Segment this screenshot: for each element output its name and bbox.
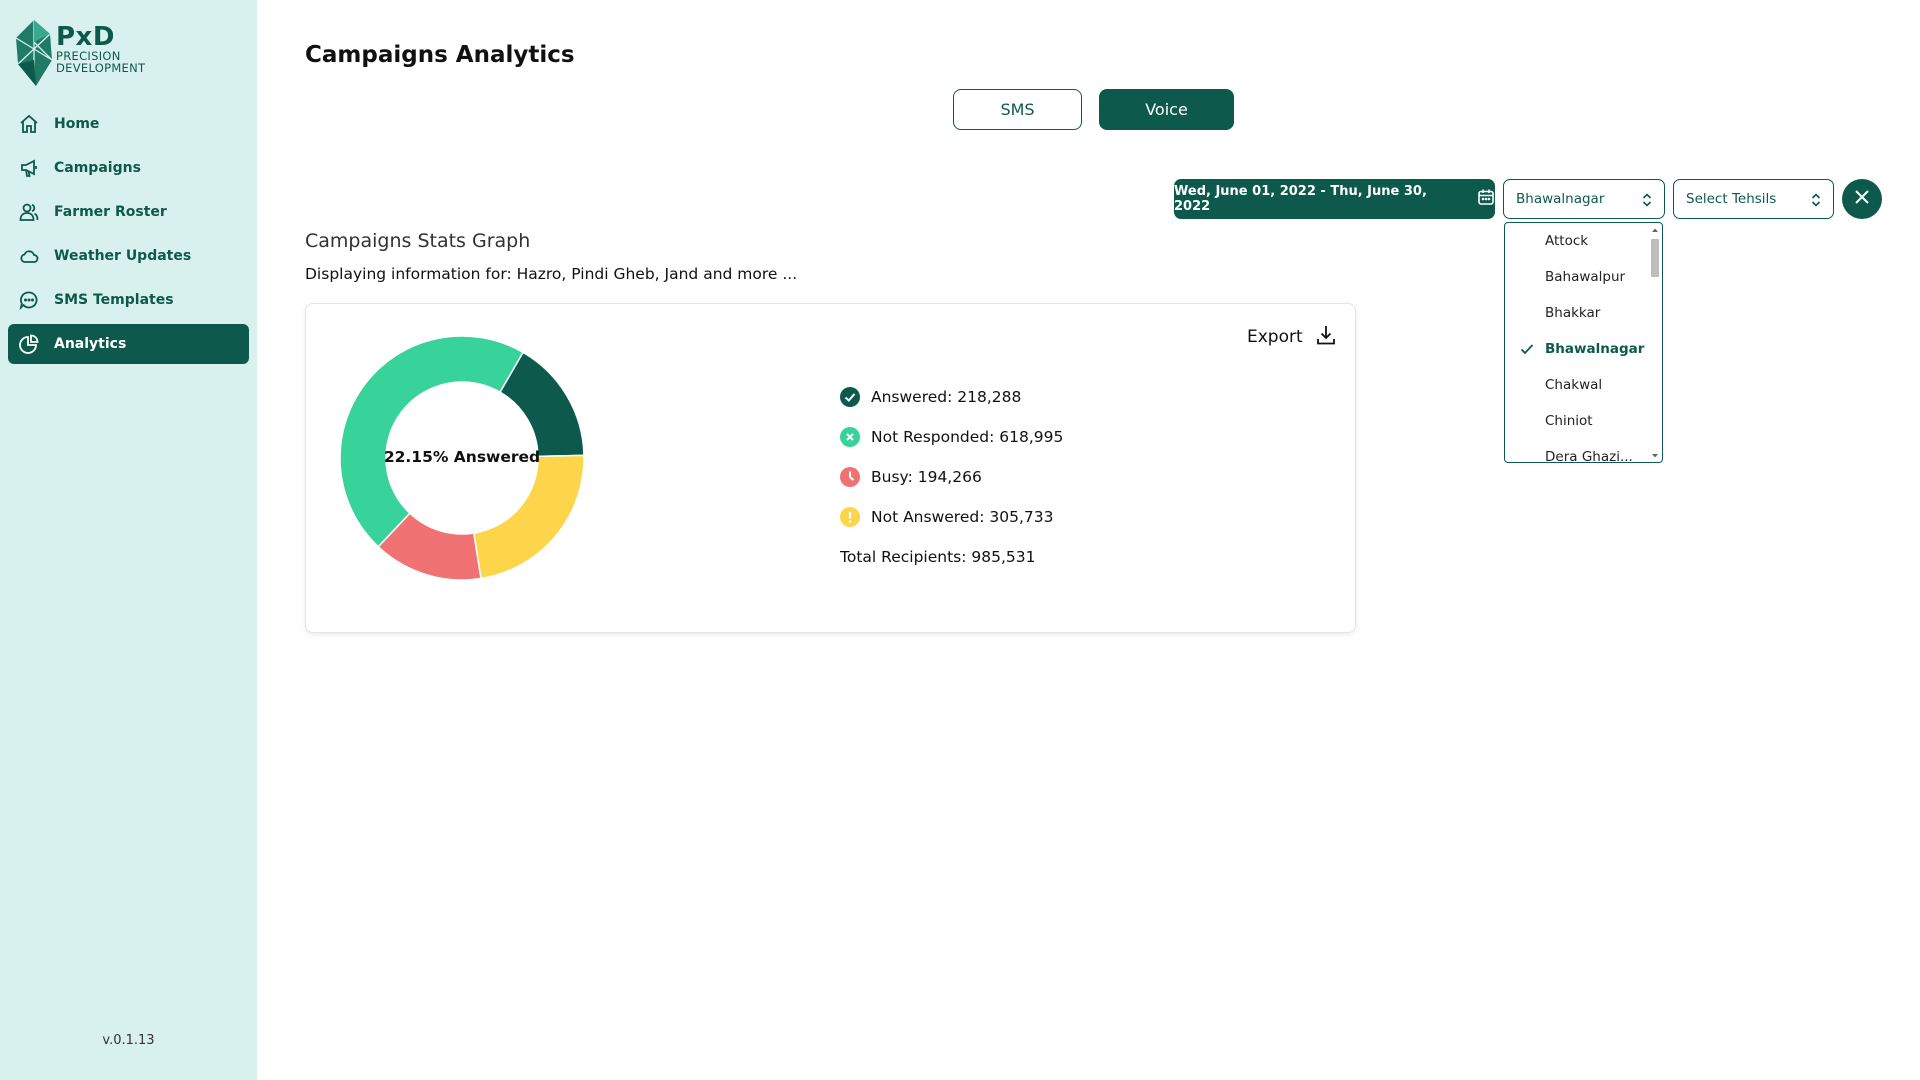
legend-label: Answered: 218,288 — [871, 388, 1022, 406]
page-title: Campaigns Analytics — [305, 42, 575, 68]
date-range-picker[interactable]: Wed, June 01, 2022 - Thu, June 30, 2022 — [1174, 179, 1495, 219]
sidebar-item-label: Analytics — [54, 336, 127, 352]
tehsil-placeholder: Select Tehsils — [1686, 191, 1777, 207]
legend-answered: Answered: 218,288 — [840, 377, 1063, 417]
check-circle-icon — [840, 387, 860, 407]
leaf-logo-icon — [15, 20, 53, 86]
chevron-up-down-icon — [1640, 191, 1654, 213]
district-option-chiniot[interactable]: Chiniot — [1505, 403, 1662, 439]
district-option-bahawalpur[interactable]: Bahawalpur — [1505, 259, 1662, 295]
sidebar-item-weather-updates[interactable]: Weather Updates — [8, 236, 249, 276]
sidebar-item-campaigns[interactable]: Campaigns — [8, 148, 249, 188]
total-recipients: Total Recipients: 985,531 — [840, 548, 1036, 566]
export-button[interactable]: Export — [1247, 322, 1337, 352]
legend-not-answered: Not Answered: 305,733 — [840, 497, 1063, 537]
pxd-logo[interactable]: PxD PRECISION DEVELOPMENT — [14, 18, 214, 88]
brand-line2: DEVELOPMENT — [56, 61, 146, 75]
sidebar-item-sms-templates[interactable]: SMS Templates — [8, 280, 249, 320]
district-dropdown-list[interactable]: Attock Bahawalpur Bhakkar Bhawalnagar Ch… — [1504, 222, 1663, 463]
megaphone-icon — [18, 157, 40, 179]
cloud-icon — [18, 245, 40, 267]
district-option-attock[interactable]: Attock — [1505, 223, 1662, 259]
export-label: Export — [1247, 327, 1303, 347]
sidebar-item-label: Farmer Roster — [54, 204, 167, 220]
chevron-up-down-icon — [1809, 191, 1823, 213]
donut-slice-not-answered[interactable] — [472, 454, 584, 580]
download-icon — [1315, 324, 1337, 351]
legend-busy: Busy: 194,266 — [840, 457, 1063, 497]
tab-sms[interactable]: SMS — [953, 89, 1082, 130]
sidebar-item-farmer-roster[interactable]: Farmer Roster — [8, 192, 249, 232]
pie-chart-icon — [18, 333, 40, 355]
check-icon — [1519, 341, 1535, 361]
donut-slice-not-responded[interactable] — [340, 336, 525, 548]
legend-not-responded: Not Responded: 618,995 — [840, 417, 1063, 457]
exclamation-circle-icon — [840, 507, 860, 527]
donut-center-label: 22.15% Answered — [383, 448, 541, 466]
users-icon — [18, 201, 40, 223]
dropdown-scrollbar[interactable] — [1649, 225, 1661, 461]
legend-label: Not Responded: 618,995 — [871, 428, 1064, 446]
sidebar-item-label: Home — [54, 116, 100, 132]
scrollbar-thumb[interactable] — [1651, 239, 1659, 277]
sidebar-nav: Home Campaigns Farmer Roster Weather Upd… — [8, 104, 249, 368]
district-selected-value: Bhawalnagar — [1516, 191, 1605, 207]
sidebar-item-label: SMS Templates — [54, 292, 174, 308]
x-circle-icon — [840, 427, 860, 447]
clear-filters-button[interactable] — [1842, 179, 1882, 219]
sidebar: PxD PRECISION DEVELOPMENT Home Campaigns… — [0, 0, 257, 1080]
clock-icon — [840, 467, 860, 487]
district-option-label: Bhawalnagar — [1545, 341, 1645, 357]
sidebar-item-home[interactable]: Home — [8, 104, 249, 144]
legend-label: Busy: 194,266 — [871, 468, 982, 486]
sidebar-item-label: Weather Updates — [54, 248, 192, 264]
sidebar-item-analytics[interactable]: Analytics — [8, 324, 249, 364]
tehsil-select[interactable]: Select Tehsils — [1673, 179, 1834, 219]
close-icon — [1853, 188, 1871, 210]
brand-name: PxD — [56, 22, 115, 52]
calendar-icon — [1477, 188, 1495, 210]
district-option-dera-ghazi[interactable]: Dera Ghazi... — [1505, 439, 1662, 462]
sidebar-item-label: Campaigns — [54, 160, 141, 176]
chart-legend: Answered: 218,288 Not Responded: 618,995… — [840, 377, 1063, 577]
section-subtitle: Displaying information for: Hazro, Pindi… — [305, 265, 798, 283]
chat-icon — [18, 289, 40, 311]
tab-voice[interactable]: Voice — [1099, 89, 1234, 130]
date-range-text: Wed, June 01, 2022 - Thu, June 30, 2022 — [1174, 184, 1427, 214]
district-option-chakwal[interactable]: Chakwal — [1505, 367, 1662, 403]
district-select[interactable]: Bhawalnagar — [1503, 179, 1665, 219]
home-icon — [18, 113, 40, 135]
legend-label: Not Answered: 305,733 — [871, 508, 1054, 526]
district-option-bhawalnagar[interactable]: Bhawalnagar — [1505, 331, 1662, 367]
section-title: Campaigns Stats Graph — [305, 230, 531, 252]
district-option-bhakkar[interactable]: Bhakkar — [1505, 295, 1662, 331]
app-version: v.0.1.13 — [102, 1033, 155, 1048]
